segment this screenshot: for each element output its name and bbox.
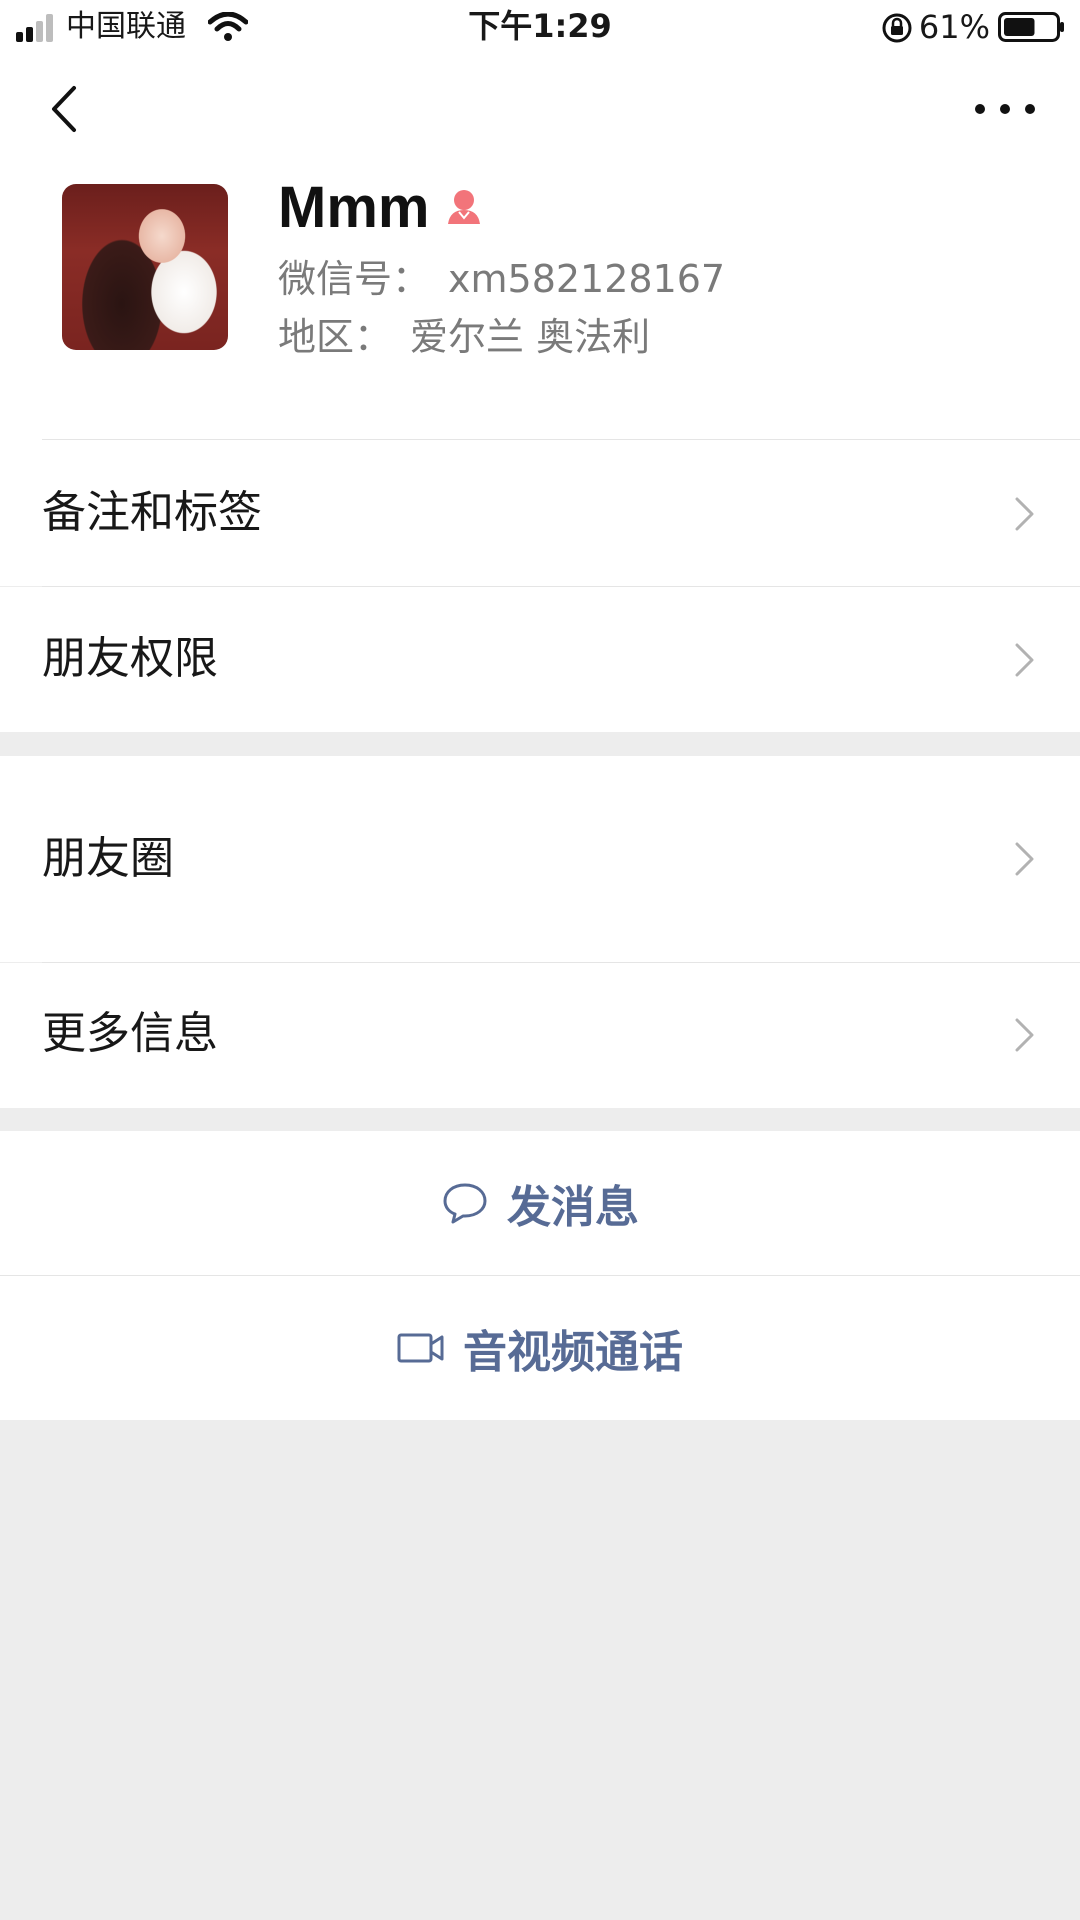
menu-item-label: 更多信息: [42, 1008, 218, 1059]
wechat-id-label: 微信号：: [278, 257, 431, 301]
chevron-right-icon: [1015, 497, 1034, 531]
profile-name: Mmm: [278, 175, 430, 240]
battery-icon: [998, 12, 1064, 42]
chevron-left-icon[interactable]: [40, 84, 90, 134]
nav-bar: [0, 54, 1080, 164]
send-message-button[interactable]: 发消息: [0, 1131, 1080, 1275]
profile-header: Mmm 微信号： xm582128167 地区： 爱尔兰 奥法利: [0, 164, 1080, 440]
chevron-right-icon: [1015, 643, 1034, 677]
chat-bubble-icon: [443, 1183, 487, 1224]
menu-item-friend-permissions[interactable]: 朋友权限: [0, 587, 1080, 732]
voice-video-call-button[interactable]: 音视频通话: [0, 1276, 1080, 1420]
chevron-right-icon: [1015, 1018, 1034, 1052]
wechat-id-value: xm582128167: [448, 257, 726, 301]
menu-item-remarks-tags[interactable]: 备注和标签: [0, 440, 1080, 586]
menu-item-moments[interactable]: 朋友圈: [0, 756, 1080, 962]
video-camera-icon: [397, 1333, 444, 1363]
menu-item-label: 朋友权限: [42, 633, 218, 684]
rotation-lock-icon: [882, 13, 912, 43]
chevron-right-icon: [1015, 842, 1034, 876]
region-label: 地区：: [278, 315, 393, 359]
avatar[interactable]: [62, 184, 228, 350]
female-icon: [448, 190, 480, 224]
more-dots-icon[interactable]: [970, 94, 1040, 124]
menu-item-label: 朋友圈: [42, 833, 174, 884]
menu-item-more-info[interactable]: 更多信息: [0, 963, 1080, 1108]
status-bar: 中国联通 下午1:29 61%: [0, 0, 1080, 54]
send-message-label: 发消息: [507, 1182, 639, 1233]
battery-percent: 61%: [918, 8, 990, 46]
menu-item-label: 备注和标签: [42, 487, 262, 538]
region-value: 爱尔兰 奥法利: [410, 315, 651, 359]
wechat-id: 微信号： xm582128167: [278, 250, 725, 308]
voice-video-call-label: 音视频通话: [463, 1327, 683, 1378]
region: 地区： 爱尔兰 奥法利: [278, 308, 650, 366]
